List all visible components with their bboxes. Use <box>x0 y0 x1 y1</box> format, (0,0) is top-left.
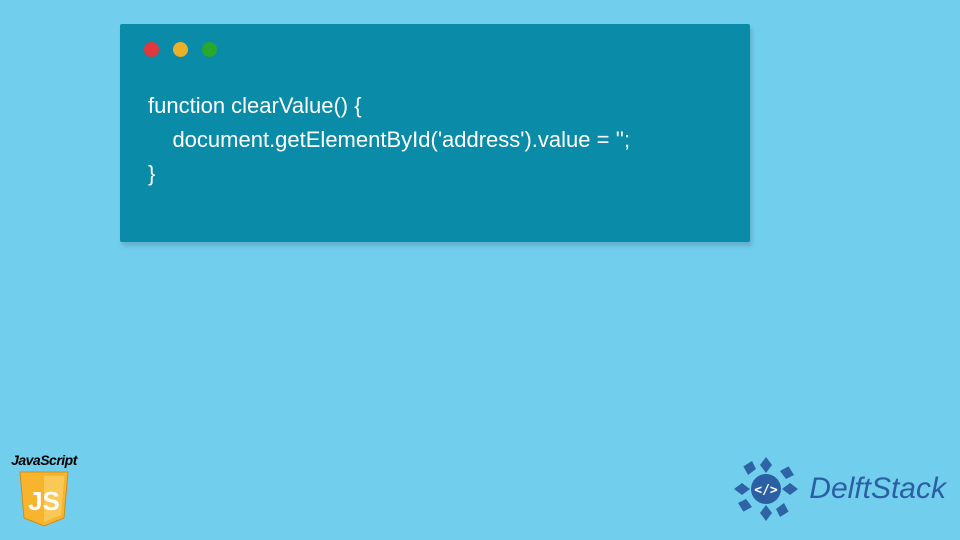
brand-name: DelftStack <box>809 472 946 506</box>
maximize-icon[interactable] <box>202 42 217 57</box>
js-shield-text: JS <box>28 486 60 516</box>
minimize-icon[interactable] <box>173 42 188 57</box>
code-window: function clearValue() { document.getElem… <box>120 24 750 242</box>
code-line: function clearValue() { <box>148 93 362 118</box>
window-controls <box>120 24 750 57</box>
brand: </> DelftStack <box>731 454 946 524</box>
brand-logo-icon: </> <box>731 454 801 524</box>
javascript-badge: JavaScript JS <box>8 452 80 528</box>
svg-text:</>: </> <box>755 483 779 498</box>
code-line: } <box>148 161 155 186</box>
close-icon[interactable] <box>144 42 159 57</box>
javascript-label: JavaScript <box>8 452 80 468</box>
javascript-shield-icon: JS <box>18 470 70 528</box>
code-line: document.getElementById('address').value… <box>148 127 630 152</box>
code-snippet: function clearValue() { document.getElem… <box>120 57 750 191</box>
